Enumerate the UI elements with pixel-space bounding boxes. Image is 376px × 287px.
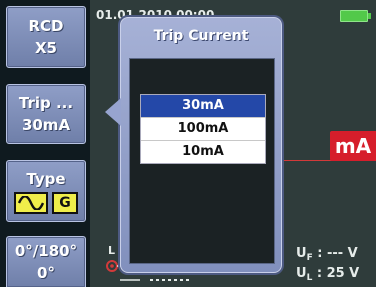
trip-value: 30mA bbox=[21, 116, 71, 134]
trip-current-softkey[interactable]: Trip ... 30mA bbox=[6, 84, 86, 144]
ac-sine-wave-icon bbox=[14, 192, 48, 214]
limit-voltage-readout: UL : 25 V bbox=[296, 266, 360, 283]
option-10ma[interactable]: 10mA bbox=[141, 141, 265, 163]
trip-current-popup: Trip Current 30mA 100mA 10mA bbox=[105, 17, 282, 273]
unit-badge: mA bbox=[330, 131, 376, 161]
softkey-sidebar: RCD X5 Trip ... 30mA Type G 0°/180° 0° bbox=[0, 0, 90, 287]
rcd-mode-value: X5 bbox=[34, 39, 57, 57]
trip-current-options-list: 30mA 100mA 10mA bbox=[140, 94, 266, 164]
option-100ma[interactable]: 100mA bbox=[141, 118, 265, 141]
popup-body: 30mA 100mA 10mA bbox=[129, 58, 275, 264]
battery-icon bbox=[340, 10, 371, 22]
rcd-label: RCD bbox=[28, 17, 64, 35]
rcd-type-softkey[interactable]: Type G bbox=[6, 160, 86, 222]
rcd-mode-softkey[interactable]: RCD X5 bbox=[6, 6, 86, 68]
option-30ma[interactable]: 30mA bbox=[141, 95, 265, 118]
type-label: Type bbox=[26, 170, 66, 188]
popup-pointer bbox=[105, 98, 121, 126]
circuit-l-label: L bbox=[108, 244, 115, 257]
angle-value: 0° bbox=[37, 264, 55, 282]
angle-label: 0°/180° bbox=[14, 242, 78, 260]
type-g-icon: G bbox=[52, 192, 78, 214]
fault-voltage-readout: UF : --- V bbox=[296, 246, 358, 263]
phase-angle-softkey[interactable]: 0°/180° 0° bbox=[6, 236, 86, 287]
trip-label: Trip ... bbox=[18, 94, 74, 112]
popup-title: Trip Current bbox=[153, 28, 249, 44]
